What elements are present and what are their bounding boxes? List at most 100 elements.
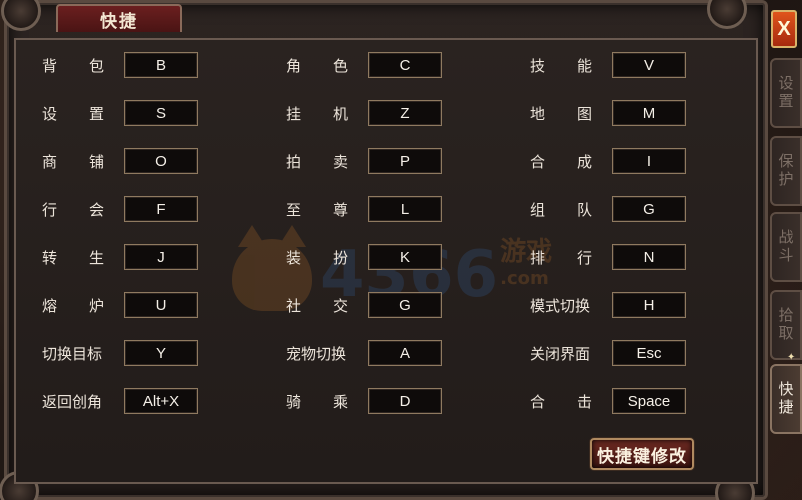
shortcut-label: 切换目标	[42, 344, 103, 363]
shortcut-label-char: 合	[530, 152, 546, 171]
shortcut-label-char: 背	[42, 56, 58, 75]
shortcut-key-field[interactable]: U	[124, 292, 198, 318]
shortcut-row: 设置S	[42, 100, 198, 126]
shortcut-label-char: 铺	[88, 152, 104, 171]
shortcut-label: 返回创角	[42, 392, 103, 411]
shortcut-key-field[interactable]: P	[368, 148, 442, 174]
shortcut-row: 模式切换 H	[530, 292, 686, 318]
shortcut-row: 角色C	[286, 52, 442, 78]
shortcut-label-char: 图	[576, 104, 592, 123]
shortcut-row: 背包B	[42, 52, 198, 78]
shortcut-label: 骑乘	[286, 391, 348, 412]
shortcut-label-char: 拍	[286, 152, 302, 171]
shortcut-key-field[interactable]: G	[612, 196, 686, 222]
shortcut-row: 商铺O	[42, 148, 198, 174]
shortcut-label-char: 生	[88, 248, 104, 267]
shortcut-label-char: 设	[42, 104, 58, 123]
shortcut-label-char: 商	[42, 152, 58, 171]
dragon-ornament-icon	[1, 0, 41, 31]
tab-protection[interactable]: 保护	[770, 136, 802, 206]
shortcut-key-field[interactable]: Z	[368, 100, 442, 126]
shortcut-label-char: 置	[88, 104, 104, 123]
close-button[interactable]: X	[771, 10, 797, 48]
shortcut-label-char: 行	[42, 200, 58, 219]
shortcut-label-char: 地	[530, 104, 546, 123]
shortcut-key-field[interactable]: D	[368, 388, 442, 414]
shortcut-key-field[interactable]: Alt+X	[124, 388, 198, 414]
tab-combat[interactable]: 战斗	[770, 212, 802, 282]
shortcut-row: 转生J	[42, 244, 198, 270]
shortcut-key-field[interactable]: O	[124, 148, 198, 174]
shortcut-key-field[interactable]: B	[124, 52, 198, 78]
shortcut-row: 切换目标 Y	[42, 340, 198, 366]
shortcut-key-field[interactable]: K	[368, 244, 442, 270]
tab-pickup[interactable]: 拾取	[770, 290, 802, 360]
shortcut-row: 返回创角 Alt+X	[42, 388, 198, 414]
shortcut-label: 挂机	[286, 103, 348, 124]
shortcut-row: 合成I	[530, 148, 686, 174]
shortcut-label: 熔炉	[42, 295, 104, 316]
shortcut-label: 宠物切换	[286, 344, 347, 363]
shortcut-key-field[interactable]: C	[368, 52, 442, 78]
shortcut-row: 合击 Space	[530, 388, 686, 414]
shortcut-label: 装扮	[286, 247, 348, 268]
shortcut-label-char: 会	[88, 200, 104, 219]
shortcut-row: 社交G	[286, 292, 442, 318]
shortcut-label-char: 行	[576, 248, 592, 267]
shortcut-label-char: 角	[286, 56, 302, 75]
shortcut-label-char: 击	[576, 392, 592, 411]
tab-settings[interactable]: 设置	[770, 58, 802, 128]
shortcut-label: 地图	[530, 103, 592, 124]
shortcut-row: 地图M	[530, 100, 686, 126]
shortcut-label-char: 技	[530, 56, 546, 75]
shortcut-key-field[interactable]: S	[124, 100, 198, 126]
shortcut-label-char: 色	[332, 56, 348, 75]
shortcut-key-field[interactable]: V	[612, 52, 686, 78]
shortcut-label-char: 挂	[286, 104, 302, 123]
dragon-ornament-icon	[707, 0, 747, 29]
shortcut-row: 宠物切换 A	[286, 340, 442, 366]
shortcut-label-char: 骑	[286, 392, 302, 411]
shortcut-key-field[interactable]: F	[124, 196, 198, 222]
shortcut-key-field[interactable]: Y	[124, 340, 198, 366]
shortcut-label-char: 至	[286, 200, 302, 219]
shortcut-label: 拍卖	[286, 151, 348, 172]
shortcut-label-char: 卖	[332, 152, 348, 171]
window-title: 快捷	[100, 11, 138, 32]
shortcut-label: 背包	[42, 55, 104, 76]
shortcut-label: 角色	[286, 55, 348, 76]
shortcut-key-field[interactable]: J	[124, 244, 198, 270]
shortcut-key-field[interactable]: I	[612, 148, 686, 174]
shortcut-label-char: 排	[530, 248, 546, 267]
shortcut-key-field[interactable]: M	[612, 100, 686, 126]
shortcut-row: 关闭界面 Esc	[530, 340, 686, 366]
shortcut-label-char: 扮	[332, 248, 348, 267]
shortcut-label-char: 交	[332, 296, 348, 315]
shortcut-key-field[interactable]: G	[368, 292, 442, 318]
shortcut-label: 模式切换	[530, 296, 591, 315]
shortcut-label: 转生	[42, 247, 104, 268]
shortcut-label-char: 组	[530, 200, 546, 219]
shortcut-label-char: 转	[42, 248, 58, 267]
shortcut-row: 排行N	[530, 244, 686, 270]
shortcut-label-char: 成	[576, 152, 592, 171]
shortcut-label: 组队	[530, 199, 592, 220]
shortcut-label-char: 尊	[332, 200, 348, 219]
shortcut-key-field[interactable]: N	[612, 244, 686, 270]
shortcut-label-char: 机	[332, 104, 348, 123]
shortcut-label-char: 包	[88, 56, 104, 75]
shortcut-key-field[interactable]: Esc	[612, 340, 686, 366]
shortcut-row: 骑乘 D	[286, 388, 442, 414]
modify-shortcuts-button[interactable]: 快捷键修改	[590, 438, 694, 470]
shortcut-key-field[interactable]: A	[368, 340, 442, 366]
shortcut-key-field[interactable]: Space	[612, 388, 686, 414]
shortcut-key-field[interactable]: L	[368, 196, 442, 222]
shortcut-label-char: 炉	[88, 296, 104, 315]
shortcut-row: 装扮 K	[286, 244, 442, 270]
tab-shortcuts[interactable]: 快捷	[770, 364, 802, 434]
shortcut-row: 挂机Z	[286, 100, 442, 126]
shortcut-row: 行会F	[42, 196, 198, 222]
shortcut-label-char: 社	[286, 296, 302, 315]
shortcut-key-field[interactable]: H	[612, 292, 686, 318]
shortcut-label-char: 队	[576, 200, 592, 219]
